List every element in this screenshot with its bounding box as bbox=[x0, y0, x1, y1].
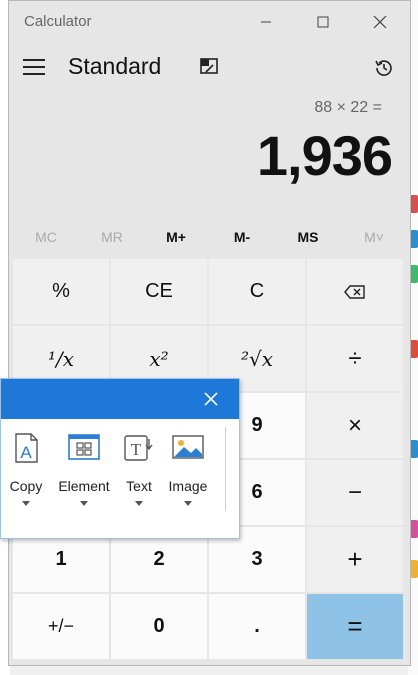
capture-toolbar-popup: A Copy Element T Text Image bbox=[0, 378, 240, 539]
memory-row: MC MR M+ M- MS M˅ bbox=[9, 223, 410, 253]
element-tool-button[interactable]: Element bbox=[57, 431, 111, 517]
mode-title: Standard bbox=[68, 53, 162, 79]
memory-recall-button[interactable]: MR bbox=[79, 223, 145, 251]
close-button[interactable] bbox=[357, 9, 403, 35]
clear-button[interactable]: C bbox=[209, 259, 305, 324]
subtract-button[interactable]: − bbox=[307, 460, 403, 525]
minimize-icon bbox=[261, 21, 271, 23]
tool-label: Image bbox=[168, 478, 208, 494]
text-tool-button[interactable]: T Text bbox=[112, 431, 166, 517]
percent-button[interactable]: % bbox=[13, 259, 109, 324]
calculator-window: Calculator Standard 88 × 22 = 1,936 MC M… bbox=[8, 0, 411, 666]
menu-icon[interactable] bbox=[23, 59, 45, 75]
decimal-button[interactable]: . bbox=[209, 594, 305, 659]
history-button[interactable] bbox=[373, 57, 395, 79]
title-bar: Calculator bbox=[9, 1, 410, 43]
memory-add-button[interactable]: M+ bbox=[143, 223, 209, 251]
copy-tool-button[interactable]: A Copy bbox=[0, 431, 53, 517]
close-icon bbox=[204, 392, 218, 406]
memory-subtract-button[interactable]: M- bbox=[209, 223, 275, 251]
clear-entry-button[interactable]: CE bbox=[111, 259, 207, 324]
memory-clear-button[interactable]: MC bbox=[13, 223, 79, 251]
svg-text:A: A bbox=[20, 443, 32, 462]
chevron-down-icon bbox=[80, 501, 88, 506]
svg-text:T: T bbox=[131, 440, 142, 459]
image-tool-button[interactable]: Image bbox=[161, 431, 215, 517]
negate-button[interactable]: +/− bbox=[13, 594, 109, 659]
chevron-down-icon bbox=[22, 501, 30, 506]
app-title: Calculator bbox=[24, 13, 92, 30]
result-display: 1,936 bbox=[256, 124, 393, 187]
element-grid-icon bbox=[68, 434, 100, 460]
multiply-button[interactable]: × bbox=[307, 393, 403, 458]
backspace-icon bbox=[344, 284, 365, 299]
digit-0-button[interactable]: 0 bbox=[111, 594, 207, 659]
tool-label: Text bbox=[126, 478, 152, 494]
chevron-down-icon bbox=[184, 501, 192, 506]
copy-text-icon: A bbox=[15, 433, 38, 463]
tool-label: Copy bbox=[9, 478, 43, 494]
image-icon bbox=[172, 435, 204, 459]
backspace-button[interactable] bbox=[307, 259, 403, 324]
popup-header bbox=[1, 379, 239, 419]
expression-display: 88 × 22 = bbox=[314, 99, 382, 116]
toolbar-divider bbox=[225, 427, 226, 511]
popup-close-button[interactable] bbox=[201, 389, 221, 409]
close-icon bbox=[373, 15, 387, 29]
text-tool-icon: T bbox=[124, 435, 153, 461]
memory-list-button[interactable]: M˅ bbox=[341, 223, 407, 251]
minimize-button[interactable] bbox=[243, 9, 289, 35]
divide-button[interactable]: ÷ bbox=[307, 326, 403, 391]
equals-button[interactable]: = bbox=[307, 594, 403, 659]
chevron-down-icon bbox=[135, 501, 143, 506]
memory-store-button[interactable]: MS bbox=[275, 223, 341, 251]
maximize-button[interactable] bbox=[300, 9, 346, 35]
tool-label: Element bbox=[58, 478, 110, 494]
history-icon bbox=[375, 60, 392, 76]
keep-on-top-button[interactable] bbox=[198, 56, 220, 78]
maximize-icon bbox=[317, 16, 329, 28]
keep-on-top-icon bbox=[200, 58, 218, 74]
add-button[interactable]: + bbox=[307, 527, 403, 592]
